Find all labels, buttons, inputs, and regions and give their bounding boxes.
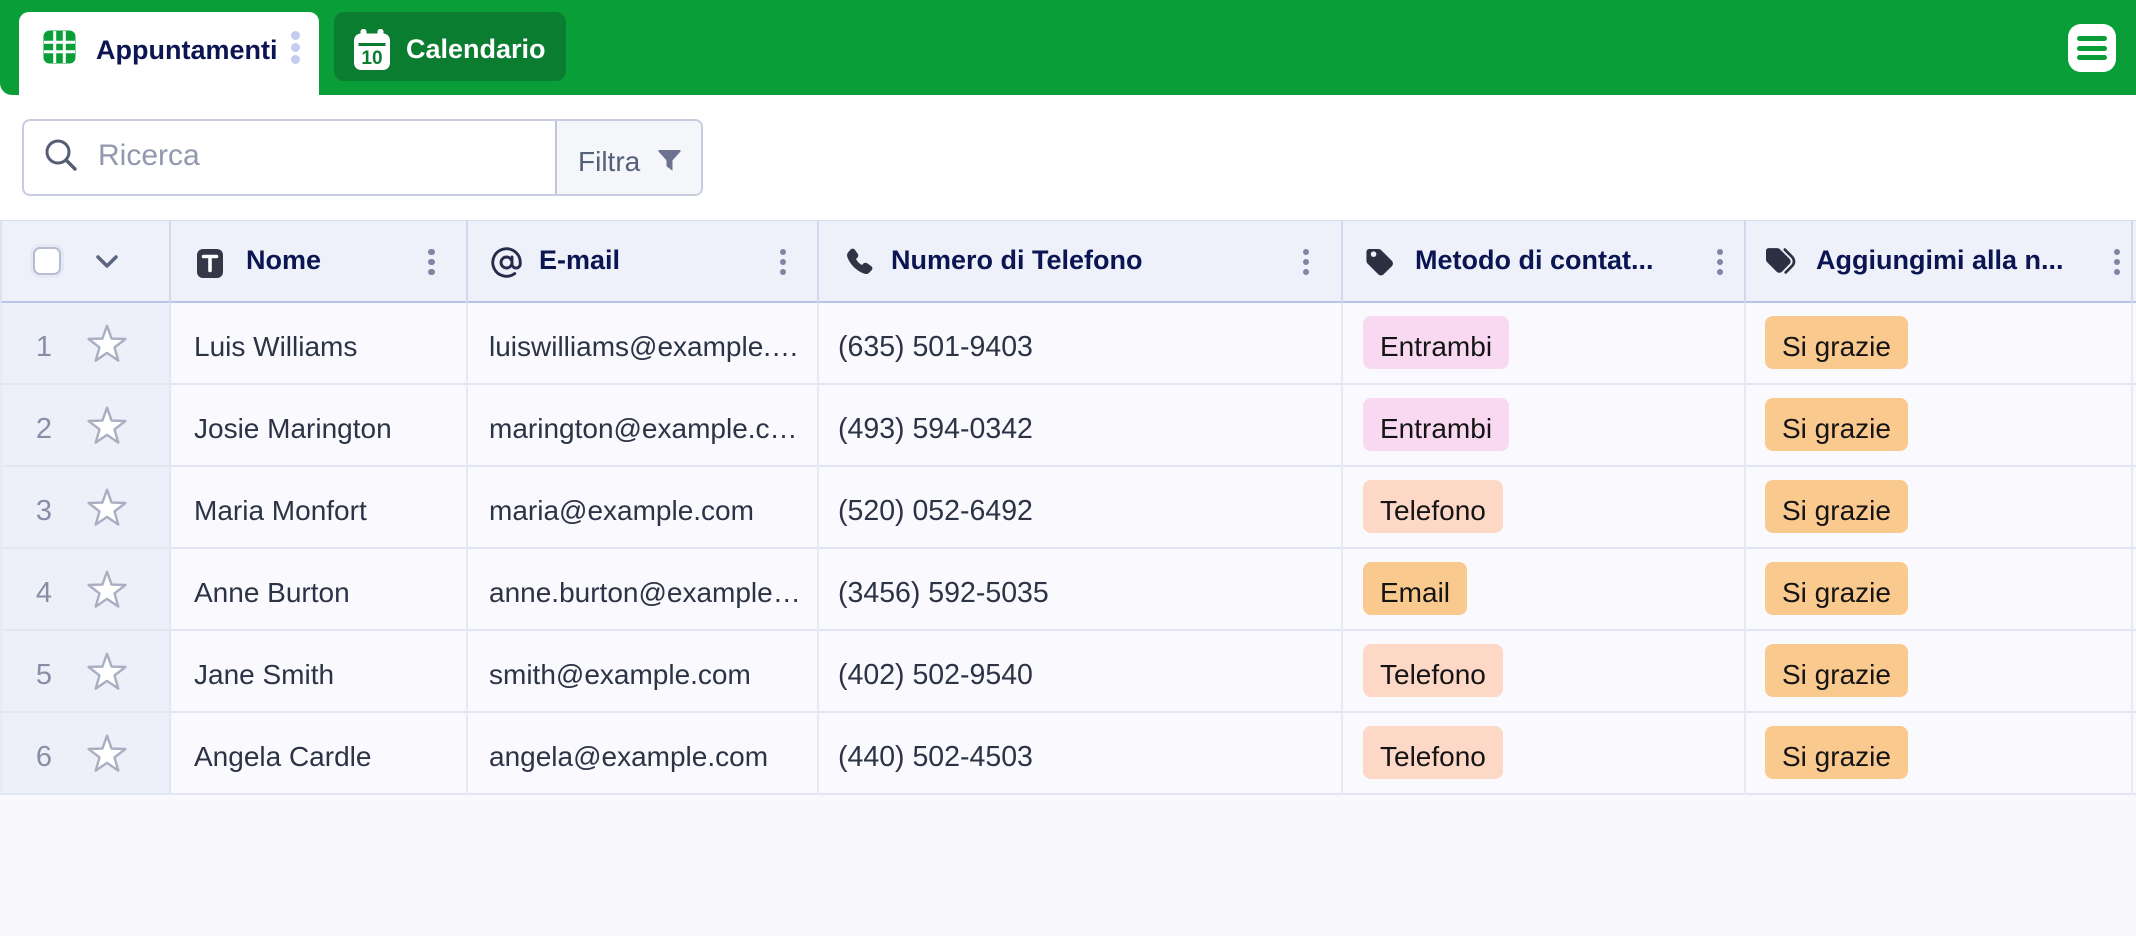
svg-text:10: 10 (361, 48, 382, 69)
